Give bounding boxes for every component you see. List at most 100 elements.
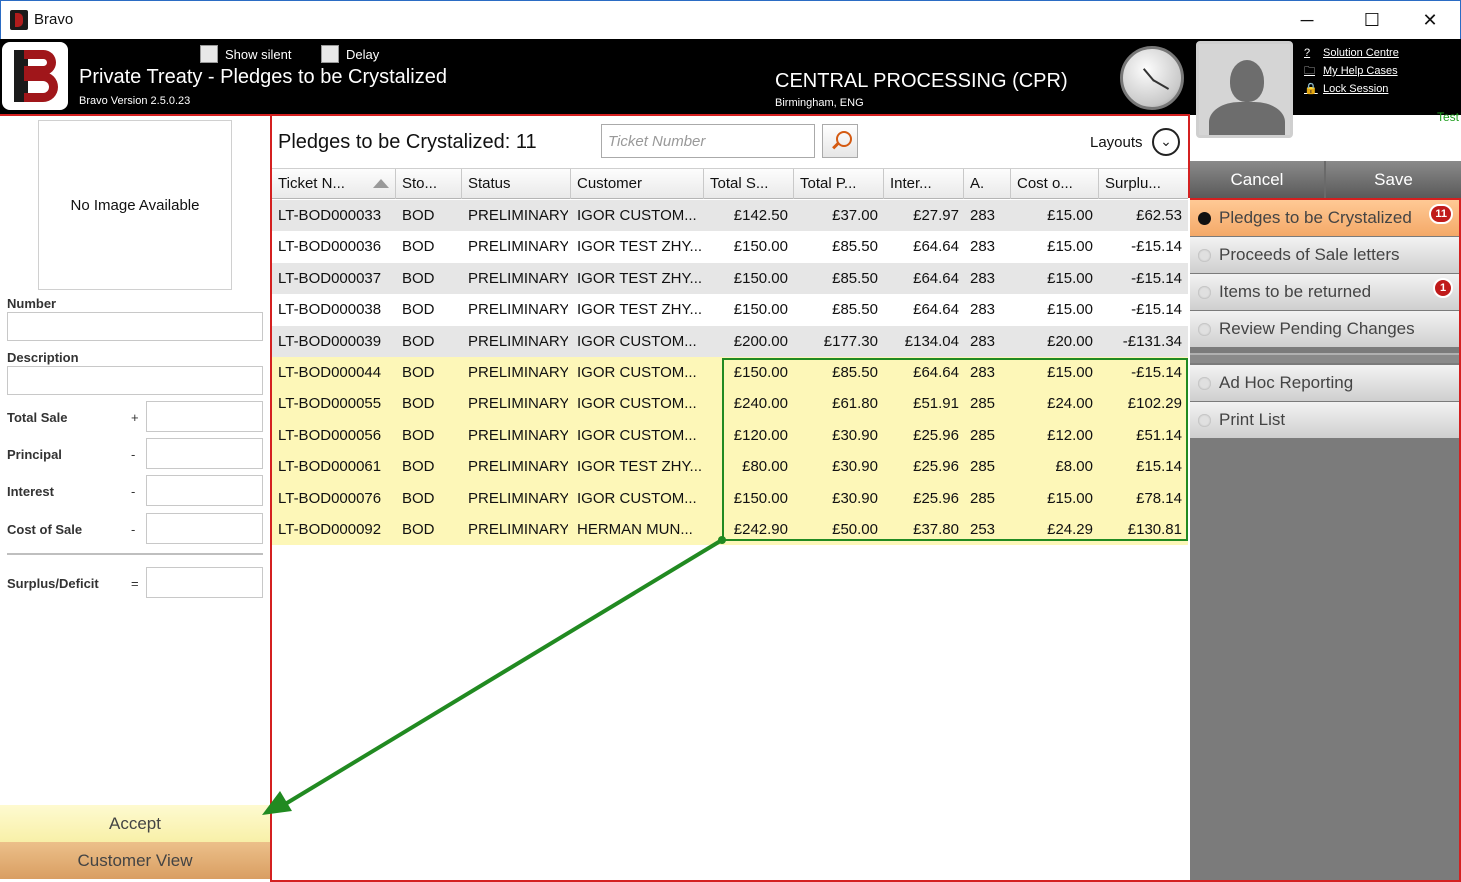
cell-total-principal: £85.50 [832,269,878,287]
table-row[interactable]: LT-BOD000037 BOD PRELIMINARY IGOR TEST ZHY.… [272,262,1188,295]
cell-store: BOD [402,426,435,444]
count-badge: 11 [1429,204,1453,224]
window-title: Bravo [34,11,74,28]
nav-label: Proceeds of Sale letters [1219,245,1400,264]
cell-total-principal: £85.50 [832,238,878,256]
cell-age: 283 [970,269,996,287]
cell-surplus: £62.53 [1136,207,1182,224]
principal-operator: - [131,447,136,462]
cell-store: BOD [402,269,435,287]
surplus-field[interactable] [146,567,263,598]
col-interest[interactable]: Inter... [884,169,964,199]
cell-interest: £64.64 [913,238,959,256]
save-button[interactable]: Save [1326,161,1461,198]
close-button[interactable]: ✕ [1407,7,1453,33]
solution-centre-link[interactable]: ? Solution Centre [1304,44,1399,62]
lock-session-link[interactable]: 🔒 Lock Session [1304,80,1399,98]
bravo-logo [2,42,68,110]
cell-customer: HERMAN MUN... [577,520,693,538]
cell-cost-of-sale: £15.00 [1047,269,1093,287]
cell-age: 283 [970,207,996,224]
col-customer[interactable]: Customer [571,169,704,199]
col-store[interactable]: Sto... [396,169,462,199]
nav-ad-hoc-reporting[interactable]: Ad Hoc Reporting [1190,365,1459,401]
principal-field[interactable] [146,438,263,469]
maximize-button[interactable]: ☐ [1349,7,1395,33]
page-title: Private Treaty - Pledges to be Crystaliz… [79,66,447,88]
nav-proceeds-of-sale-letters[interactable]: Proceeds of Sale letters [1190,237,1459,273]
accept-button[interactable]: Accept [0,805,270,842]
cell-total-principal: £85.50 [832,301,878,319]
cell-status: PRELIMINARY [468,395,568,413]
nav-pledges-to-be-crystalized[interactable]: Pledges to be Crystalized 11 [1190,200,1459,236]
version-label: Bravo Version 2.5.0.23 [79,95,191,107]
col-status[interactable]: Status [462,169,571,199]
layouts-dropdown-button[interactable]: ⌄ [1152,128,1180,156]
cell-ticket: LT-BOD000033 [278,207,382,224]
cell-status: PRELIMINARY [468,489,568,507]
cell-ticket: LT-BOD000044 [278,363,382,381]
table-row[interactable]: LT-BOD000033 BOD PRELIMINARY IGOR CUSTOM...… [272,200,1188,232]
interest-label: Interest [7,484,54,499]
col-surplus[interactable]: Surplu... [1099,169,1188,199]
minimize-button[interactable]: ─ [1284,7,1330,33]
col-cost-of-sale[interactable]: Cost o... [1011,169,1099,199]
avatar[interactable] [1196,41,1293,138]
description-label: Description [7,350,79,365]
panel-border-right [1188,114,1190,198]
cell-status: PRELIMINARY [468,301,568,319]
cell-interest: £27.97 [913,207,959,224]
nav-items-to-be-returned[interactable]: Items to be returned 1 [1190,274,1459,310]
clock-icon [1120,46,1184,110]
total-sale-label: Total Sale [7,410,68,425]
delay-checkbox[interactable] [321,45,339,63]
col-age[interactable]: A. [964,169,1011,199]
cell-customer: IGOR CUSTOM... [577,332,697,350]
nav-print-list[interactable]: Print List [1190,402,1459,438]
cell-interest: £134.04 [904,332,959,350]
number-label: Number [7,296,57,311]
cell-customer: IGOR TEST ZHY... [577,301,701,319]
table-row[interactable]: LT-BOD000039 BOD PRELIMINARY IGOR CUSTOM...… [272,325,1188,357]
cell-store: BOD [402,520,435,538]
total-sale-operator: + [131,410,139,425]
cell-surplus: -£15.14 [1131,238,1182,256]
cell-total-sale: £142.50 [733,207,788,224]
search-button[interactable] [822,124,858,158]
description-field[interactable] [7,366,263,395]
cell-status: PRELIMINARY [468,520,568,538]
help-cases-label: My Help Cases [1323,65,1398,77]
cell-status: PRELIMINARY [468,426,568,444]
nav-review-pending-changes[interactable]: Review Pending Changes [1190,311,1459,347]
total-sale-field[interactable] [146,401,263,432]
radio-dot-icon [1198,249,1211,262]
cell-store: BOD [402,238,435,256]
radio-dot-icon [1198,212,1211,225]
show-silent-checkbox[interactable] [200,45,218,63]
cell-ticket: LT-BOD000056 [278,426,382,444]
cell-store: BOD [402,332,435,350]
col-total-principal[interactable]: Total P... [794,169,884,199]
radio-dot-icon [1198,286,1211,299]
cell-status: PRELIMINARY [468,458,568,476]
nav-label: Pledges to be Crystalized [1219,208,1412,227]
customer-view-button[interactable]: Customer View [0,842,270,879]
col-total-sale[interactable]: Total S... [704,169,794,199]
table-row[interactable]: LT-BOD000038 BOD PRELIMINARY IGOR TEST ZHY.… [272,294,1188,326]
interest-field[interactable] [146,475,263,506]
help-cases-link[interactable]: 🗀 My Help Cases [1304,62,1399,80]
cell-status: PRELIMINARY [468,238,568,256]
cost-of-sale-field[interactable] [146,513,263,544]
radio-dot-icon [1198,414,1211,427]
cell-cost-of-sale: £15.00 [1047,301,1093,319]
number-field[interactable] [7,312,263,341]
cell-ticket: LT-BOD000055 [278,395,382,413]
table-row[interactable]: LT-BOD000036 BOD PRELIMINARY IGOR TEST ZHY.… [272,231,1188,263]
cancel-button[interactable]: Cancel [1190,161,1324,198]
lock-icon: 🔒 [1304,83,1318,95]
cell-total-principal: £37.00 [832,207,878,224]
ticket-search-input[interactable]: Ticket Number [601,124,815,158]
cell-customer: IGOR TEST ZHY... [577,458,701,476]
cell-total-sale: £150.00 [733,238,788,256]
cell-interest: £64.64 [913,301,959,319]
